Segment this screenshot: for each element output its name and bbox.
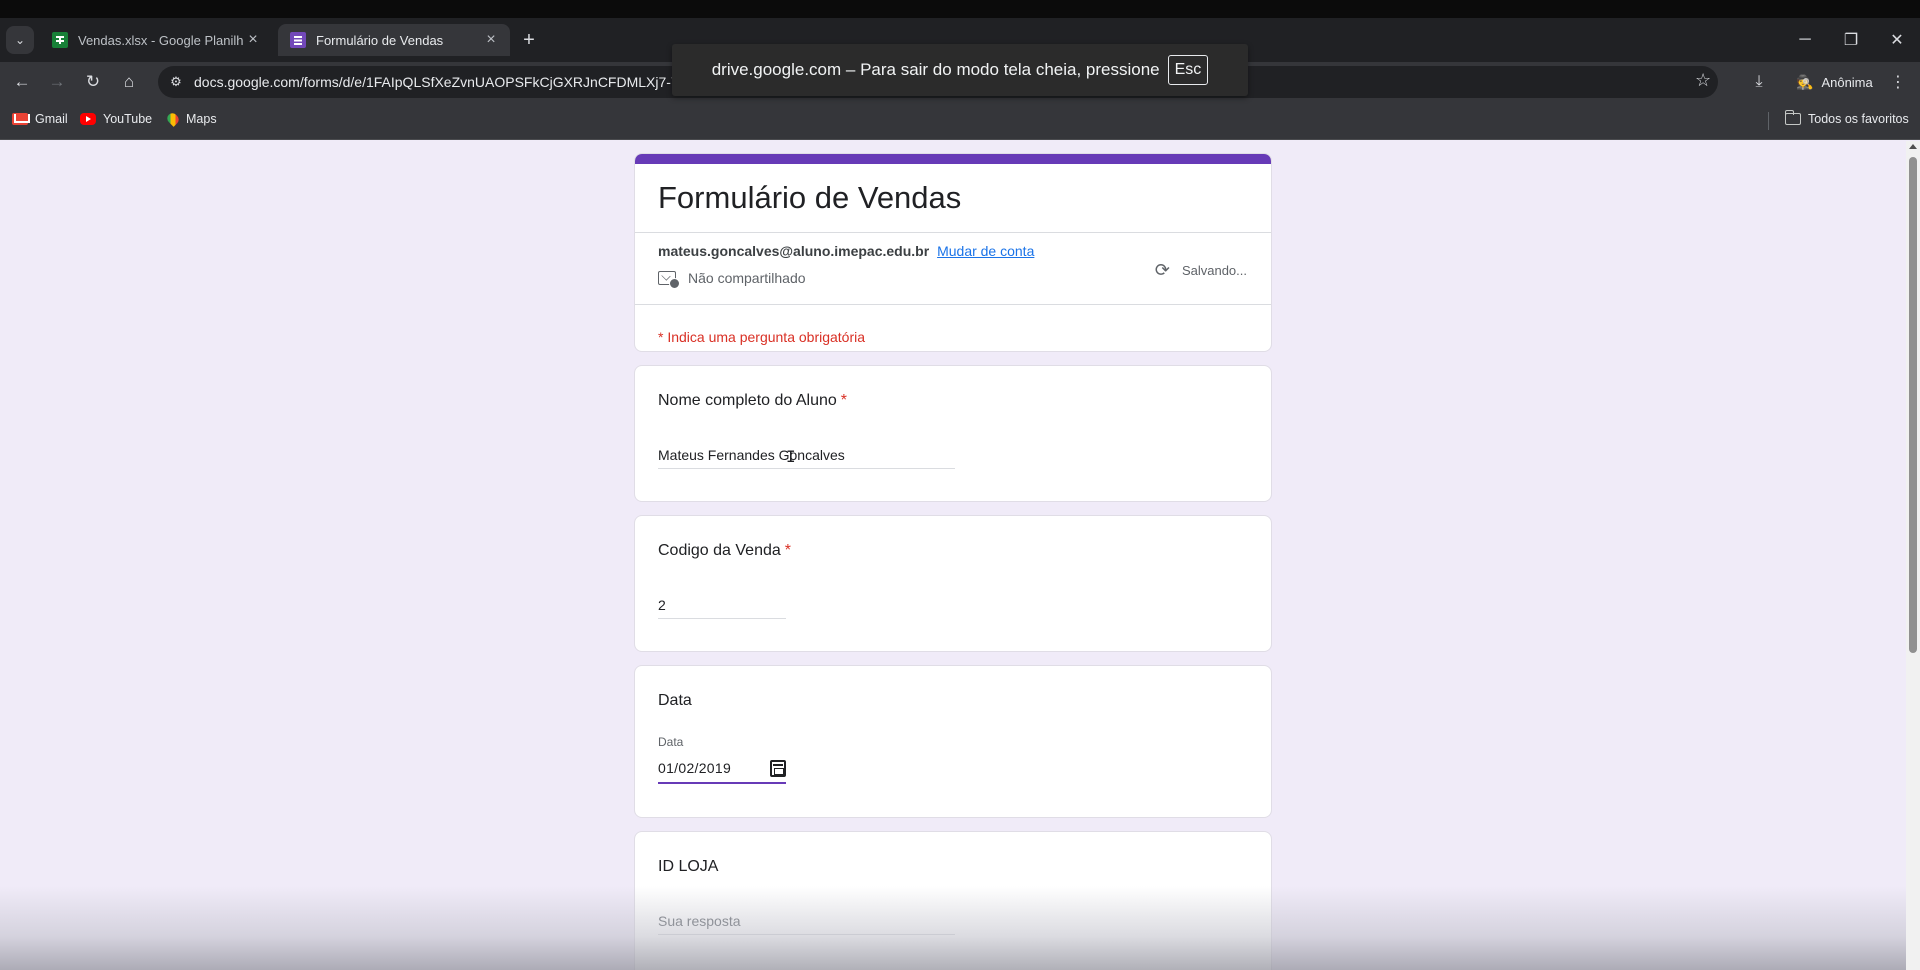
question-card-id-loja: ID LOJA Sua resposta bbox=[634, 831, 1272, 970]
saving-label: Salvando... bbox=[1181, 263, 1247, 278]
question-title: Codigo da Venda * bbox=[658, 542, 791, 560]
date-input[interactable]: 01/02/2019 bbox=[658, 754, 786, 784]
question-title: ID LOJA bbox=[658, 858, 718, 876]
date-sublabel: Data bbox=[658, 735, 684, 749]
all-bookmarks-button[interactable]: Todos os favoritos bbox=[1784, 110, 1909, 126]
scrollbar-thumb[interactable] bbox=[1909, 157, 1917, 653]
incognito-label: Anônima bbox=[1821, 74, 1873, 90]
header-divider bbox=[635, 232, 1271, 233]
bookmark-maps[interactable]: Maps bbox=[165, 111, 217, 127]
form-header-card: Formulário de Vendas mateus.goncalves@al… bbox=[634, 153, 1272, 352]
incognito-profile-button[interactable]: 🕵 Anônima bbox=[1784, 68, 1885, 96]
required-asterisk: * bbox=[784, 542, 792, 559]
bookmark-label: Gmail bbox=[35, 112, 68, 126]
header-divider bbox=[635, 304, 1271, 305]
nome-input[interactable]: Mateus Fernandes Goncalves bbox=[658, 447, 955, 469]
all-bookmarks-label: Todos os favoritos bbox=[1808, 112, 1909, 126]
account-email: mateus.goncalves@aluno.imepac.edu.br bbox=[658, 243, 930, 259]
text-cursor-icon: I bbox=[786, 447, 796, 466]
required-note: * Indica uma pergunta obrigatória bbox=[658, 329, 866, 345]
question-title: Nome completo do Aluno * bbox=[658, 392, 847, 410]
fullscreen-notice: drive.google.com – Para sair do modo tel… bbox=[672, 44, 1248, 96]
folder-icon bbox=[1784, 110, 1801, 125]
required-asterisk: * bbox=[840, 392, 848, 409]
form-page: Formulário de Vendas mateus.goncalves@al… bbox=[0, 141, 1920, 970]
question-title: Data bbox=[658, 692, 692, 710]
bookmark-gmail[interactable]: Gmail bbox=[12, 112, 68, 126]
back-button[interactable]: ← bbox=[8, 68, 36, 96]
fullscreen-notice-text: drive.google.com – Para sair do modo tel… bbox=[711, 60, 1160, 79]
minimize-button[interactable]: ─ bbox=[1782, 18, 1828, 62]
close-icon[interactable]: × bbox=[244, 31, 262, 49]
tab-title: Vendas.xlsx - Google Planilhas bbox=[78, 32, 244, 48]
window-controls: ─ ❐ ✕ bbox=[1782, 18, 1920, 62]
tab-vendas-sheet[interactable]: Vendas.xlsx - Google Planilhas × bbox=[40, 24, 272, 56]
restore-button[interactable]: ❐ bbox=[1828, 18, 1874, 62]
scroll-up-arrow-icon[interactable] bbox=[1909, 144, 1917, 149]
form-title: Formulário de Vendas bbox=[658, 180, 962, 215]
tab-search-button[interactable]: ⌄ bbox=[6, 26, 34, 54]
not-shared-label: Não compartilhado bbox=[688, 270, 806, 286]
download-icon[interactable]: ⤓ bbox=[1745, 68, 1773, 96]
sync-icon: ⟳ bbox=[1154, 260, 1170, 280]
tab-formulario[interactable]: Formulário de Vendas × bbox=[278, 24, 510, 56]
new-tab-button[interactable]: + bbox=[518, 30, 540, 52]
bookmarks-divider bbox=[1768, 112, 1769, 130]
saving-status: ⟳ Salvando... bbox=[1155, 260, 1247, 281]
incognito-icon: 🕵 bbox=[1796, 73, 1814, 90]
maps-icon bbox=[165, 111, 181, 127]
forward-button[interactable]: → bbox=[43, 68, 71, 96]
header-accent-bar bbox=[635, 154, 1271, 164]
browser-menu-icon[interactable]: ⋮ bbox=[1884, 68, 1912, 96]
question-card-nome: Nome completo do Aluno * Mateus Fernandes… bbox=[634, 365, 1272, 502]
question-title-text: ID LOJA bbox=[658, 858, 719, 875]
switch-account-link[interactable]: Mudar de conta bbox=[937, 243, 1034, 259]
question-card-data: Data Data 01/02/2019 bbox=[634, 665, 1272, 818]
date-value: 01/02/2019 bbox=[658, 760, 732, 776]
bookmark-youtube[interactable]: YouTube bbox=[80, 112, 152, 126]
question-title-text: Data bbox=[658, 692, 692, 709]
calendar-icon[interactable] bbox=[770, 759, 786, 777]
close-window-button[interactable]: ✕ bbox=[1874, 18, 1920, 62]
forms-icon bbox=[290, 32, 306, 48]
question-card-codigo: Codigo da Venda * 2 bbox=[634, 515, 1272, 652]
share-status: Não compartilhado bbox=[658, 270, 806, 289]
chevron-down-icon: ⌄ bbox=[14, 33, 26, 47]
esc-key-badge: Esc bbox=[1167, 55, 1209, 85]
site-info-icon[interactable]: ⚙ bbox=[166, 72, 186, 92]
codigo-input[interactable]: 2 bbox=[658, 597, 786, 619]
sheets-icon bbox=[52, 32, 68, 48]
screen-top-strip bbox=[0, 0, 1920, 18]
gmail-icon bbox=[12, 113, 30, 125]
account-line: mateus.goncalves@aluno.imepac.edu.br Mud… bbox=[658, 243, 1034, 259]
bookmark-label: Maps bbox=[186, 112, 217, 126]
bookmark-star-icon[interactable]: ☆ bbox=[1695, 70, 1711, 91]
id-loja-input[interactable]: Sua resposta bbox=[658, 913, 955, 935]
bookmark-label: YouTube bbox=[103, 112, 153, 126]
question-title-text: Nome completo do Aluno bbox=[658, 392, 837, 409]
close-icon[interactable]: × bbox=[482, 31, 500, 49]
home-button[interactable]: ⌂ bbox=[115, 68, 143, 96]
bookmarks-bar: Gmail YouTube Maps Todos os favoritos bbox=[0, 102, 1920, 140]
mail-not-shared-icon bbox=[658, 271, 680, 289]
reload-button[interactable]: ↻ bbox=[79, 68, 107, 96]
question-title-text: Codigo da Venda bbox=[658, 542, 781, 559]
tab-title: Formulário de Vendas bbox=[316, 32, 444, 48]
page-scrollbar[interactable] bbox=[1906, 141, 1920, 970]
youtube-icon bbox=[80, 113, 96, 125]
